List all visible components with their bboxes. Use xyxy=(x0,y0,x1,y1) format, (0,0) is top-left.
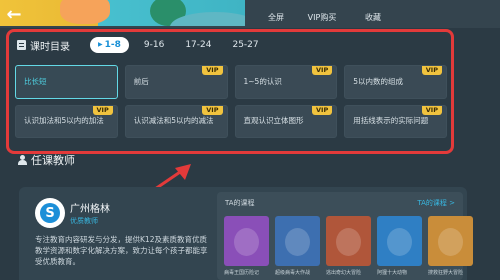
vip-badge: VIP xyxy=(312,66,333,75)
course-card[interactable]: 搜救狂野大冒险 xyxy=(428,216,473,276)
course-card[interactable]: 阿狸十大动物 xyxy=(377,216,422,276)
vip-badge: VIP xyxy=(421,106,442,115)
lesson-item[interactable]: 1~5的认识 VIP xyxy=(234,65,338,99)
course-title: 病毒王国历险记 xyxy=(224,270,260,276)
vip-badge: VIP xyxy=(92,106,113,115)
teacher-name: 广州格林 xyxy=(70,204,110,215)
course-cover-image xyxy=(275,216,320,266)
tab-range-25-27[interactable]: 25-27 xyxy=(226,37,264,53)
course-title: 阿狸十大动物 xyxy=(377,270,408,276)
teacher-description: 专注教育内容研发与分发，提供K12及素质教育优质教学资源和数字化解决方案，致力让… xyxy=(35,235,208,266)
catalog-title: 课时目录 xyxy=(30,41,70,53)
catalog-header: 课时目录 xyxy=(17,38,70,53)
lesson-grid: 比长短 前后 VIP 1~5的认识 VIP 5以内数的组成 VIP 认识加法和5… xyxy=(15,65,447,138)
lesson-item[interactable]: 5以内数的组成 VIP xyxy=(344,65,447,99)
course-cover-image xyxy=(326,216,371,266)
lesson-name: 用括线表示的实际问题 xyxy=(353,116,429,126)
lesson-name: 认识加法和5以内的加法 xyxy=(24,116,104,126)
lesson-name: 5以内数的组成 xyxy=(353,76,404,86)
ta-courses-label: TA的课程 xyxy=(225,199,255,207)
favorite-button[interactable]: 收藏 xyxy=(352,9,394,25)
teacher-role: 优质教师 xyxy=(70,217,98,225)
lesson-item[interactable]: 前后 VIP xyxy=(124,65,228,99)
vip-badge: VIP xyxy=(312,106,333,115)
course-cover-image xyxy=(428,216,473,266)
lesson-name: 比长短 xyxy=(24,76,47,86)
course-title: 搜救狂野大冒险 xyxy=(428,270,464,276)
top-banner: ← 全屏 VIP购买 收藏 xyxy=(0,0,500,28)
course-covers: 病毒王国历险记 超级病毒大作战 逃出奇幻大冒险 阿狸十大动物 搜救狂野大冒险 xyxy=(224,216,479,276)
lesson-item[interactable]: 用括线表示的实际问题 VIP xyxy=(344,105,447,138)
avatar-logo: S xyxy=(40,203,60,223)
teacher-header: 任课教师 xyxy=(18,153,75,167)
course-cover-image xyxy=(224,216,269,266)
tab-range-9-16[interactable]: 9-16 xyxy=(138,37,170,53)
course-title: 逃出奇幻大冒险 xyxy=(326,270,362,276)
lesson-item[interactable]: 比长短 xyxy=(15,65,118,99)
list-icon xyxy=(17,40,26,50)
teacher-section-title: 任课教师 xyxy=(31,154,75,167)
lesson-name: 前后 xyxy=(133,76,149,86)
back-arrow-icon[interactable]: ← xyxy=(4,4,24,25)
lesson-item[interactable]: 认识加法和5以内的加法 VIP xyxy=(15,105,118,138)
lesson-name: 1~5的认识 xyxy=(243,76,282,86)
lesson-name: 直观认识立体图形 xyxy=(243,116,304,126)
course-card[interactable]: 病毒王国历险记 xyxy=(224,216,269,276)
ta-courses-panel: TA的课程 TA的课程 > 病毒王国历险记 超级病毒大作战 逃出奇幻大冒险 阿狸… xyxy=(217,192,473,280)
ta-courses-more-link[interactable]: TA的课程 > xyxy=(417,198,455,208)
vip-badge: VIP xyxy=(421,66,442,75)
course-card[interactable]: 逃出奇幻大冒险 xyxy=(326,216,371,276)
course-cover-image xyxy=(377,216,422,266)
course-title: 超级病毒大作战 xyxy=(275,270,311,276)
range-tabs: 1-8 9-16 17-24 25-27 xyxy=(90,37,274,53)
lesson-name: 认识减法和5以内的减法 xyxy=(133,116,214,126)
lesson-item[interactable]: 认识减法和5以内的减法 VIP xyxy=(124,105,228,138)
tab-range-1-8[interactable]: 1-8 xyxy=(90,37,129,53)
vip-badge: VIP xyxy=(202,106,223,115)
avatar[interactable]: S xyxy=(35,198,65,228)
person-icon xyxy=(18,155,27,165)
vip-purchase-button[interactable]: VIP购买 xyxy=(301,9,343,25)
lesson-item[interactable]: 直观认识立体图形 VIP xyxy=(234,105,338,138)
fullscreen-button[interactable]: 全屏 xyxy=(255,9,297,25)
video-thumbnail[interactable] xyxy=(0,0,245,26)
course-card[interactable]: 超级病毒大作战 xyxy=(275,216,320,276)
vip-badge: VIP xyxy=(202,66,223,75)
teacher-card: S 广州格林 优质教师 专注教育内容研发与分发，提供K12及素质教育优质教学资源… xyxy=(19,187,473,280)
tab-range-17-24[interactable]: 17-24 xyxy=(179,37,217,53)
